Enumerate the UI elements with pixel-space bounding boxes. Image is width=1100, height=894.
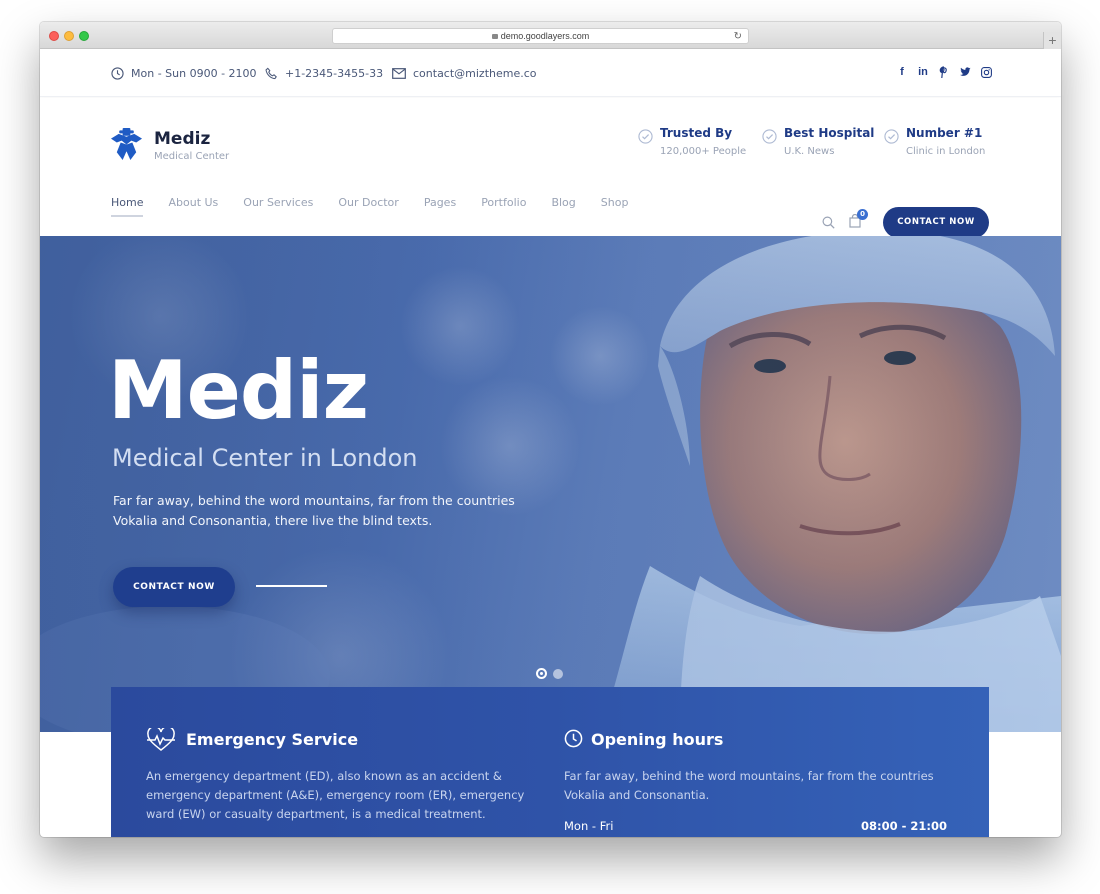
pinterest-icon[interactable] xyxy=(939,65,949,79)
nav-item-about-us[interactable]: About Us xyxy=(168,196,218,215)
linkedin-icon[interactable]: in xyxy=(918,65,928,79)
check-circle-icon xyxy=(638,129,653,144)
hours-info: Mon - Sun 0900 - 2100 xyxy=(111,66,257,80)
hero-divider-line xyxy=(256,585,327,587)
hours-day: Mon - Fri xyxy=(564,819,614,833)
nav-item-shop[interactable]: Shop xyxy=(601,196,629,215)
browser-window: demo.goodlayers.com ↻ + Mon - Sun 0900 -… xyxy=(40,22,1061,837)
heartbeat-icon xyxy=(147,728,175,751)
info-panel: Emergency Service An emergency departmen… xyxy=(111,687,989,837)
phone-info[interactable]: +1-2345-3455-33 xyxy=(265,66,383,80)
hero-subtitle: Medical Center in London xyxy=(112,444,418,472)
opening-hours-title: Opening hours xyxy=(591,730,724,749)
lock-icon xyxy=(491,34,498,39)
check-circle-icon xyxy=(762,129,777,144)
social-links: f in xyxy=(897,65,992,79)
opening-hours-text: Far far away, behind the word mountains,… xyxy=(564,769,934,802)
address-bar-url: demo.goodlayers.com xyxy=(500,31,590,41)
email-info[interactable]: contact@miztheme.co xyxy=(392,66,537,80)
hours-time: 08:00 - 21:00 xyxy=(861,819,947,833)
logo-tagline: Medical Center xyxy=(154,151,230,162)
mail-icon xyxy=(392,67,406,79)
search-icon[interactable] xyxy=(822,214,835,233)
nav-item-blog[interactable]: Blog xyxy=(551,196,575,215)
close-window-button[interactable] xyxy=(49,31,59,41)
cart-count-badge: 0 xyxy=(857,209,868,220)
hero-slider: Mediz Medical Center in London Far far a… xyxy=(40,236,1061,732)
phone-icon xyxy=(265,67,277,79)
new-tab-button[interactable]: + xyxy=(1043,32,1061,49)
reload-icon[interactable]: ↻ xyxy=(734,29,742,44)
email-text: contact@miztheme.co xyxy=(413,66,537,80)
logo-name[interactable]: Mediz xyxy=(154,129,210,149)
slider-dot[interactable] xyxy=(553,669,563,679)
hero-description: Far far away, behind the word mountains,… xyxy=(113,493,515,528)
badge-title: Number #1 xyxy=(906,126,983,140)
minimize-window-button[interactable] xyxy=(64,31,74,41)
hero-doctor-image xyxy=(40,236,1061,732)
nav-item-our-services[interactable]: Our Services xyxy=(243,196,313,215)
main-nav: Home About Us Our Services Our Doctor Pa… xyxy=(111,196,653,217)
clock-icon xyxy=(111,66,124,80)
badge-title: Best Hospital xyxy=(784,126,875,140)
clock-icon xyxy=(564,729,583,748)
phone-text: +1-2345-3455-33 xyxy=(285,66,384,80)
slider-dot-active[interactable] xyxy=(536,668,547,679)
hours-text: Mon - Sun 0900 - 2100 xyxy=(131,66,257,80)
site-header: Mediz Medical Center Trusted By 120,000+… xyxy=(40,98,1061,238)
facebook-icon[interactable]: f xyxy=(897,65,907,79)
hero-contact-button[interactable]: CONTACT NOW xyxy=(113,567,235,607)
nav-item-pages[interactable]: Pages xyxy=(424,196,456,215)
logo-icon[interactable] xyxy=(110,128,143,165)
badge-subtitle: 120,000+ People xyxy=(660,146,747,157)
zoom-window-button[interactable] xyxy=(79,31,89,41)
emergency-title: Emergency Service xyxy=(186,730,359,749)
instagram-icon[interactable] xyxy=(981,65,992,79)
twitter-icon[interactable] xyxy=(960,65,971,79)
address-bar[interactable]: demo.goodlayers.com ↻ xyxy=(332,28,749,44)
emergency-text: An emergency department (ED), also known… xyxy=(146,769,525,821)
nav-item-portfolio[interactable]: Portfolio xyxy=(481,196,526,215)
check-circle-icon xyxy=(884,129,899,144)
badge-subtitle: Clinic in London xyxy=(906,146,986,157)
browser-toolbar: demo.goodlayers.com ↻ + xyxy=(40,22,1061,49)
header-contact-button[interactable]: CONTACT NOW xyxy=(883,207,989,238)
hero-title: Mediz xyxy=(108,344,369,437)
top-info-bar: Mon - Sun 0900 - 2100 +1-2345-3455-33 co… xyxy=(40,49,1061,97)
nav-item-home[interactable]: Home xyxy=(111,196,144,217)
badge-title: Trusted By xyxy=(660,126,733,140)
nav-item-our-doctor[interactable]: Our Doctor xyxy=(338,196,398,215)
badge-subtitle: U.K. News xyxy=(784,146,835,157)
